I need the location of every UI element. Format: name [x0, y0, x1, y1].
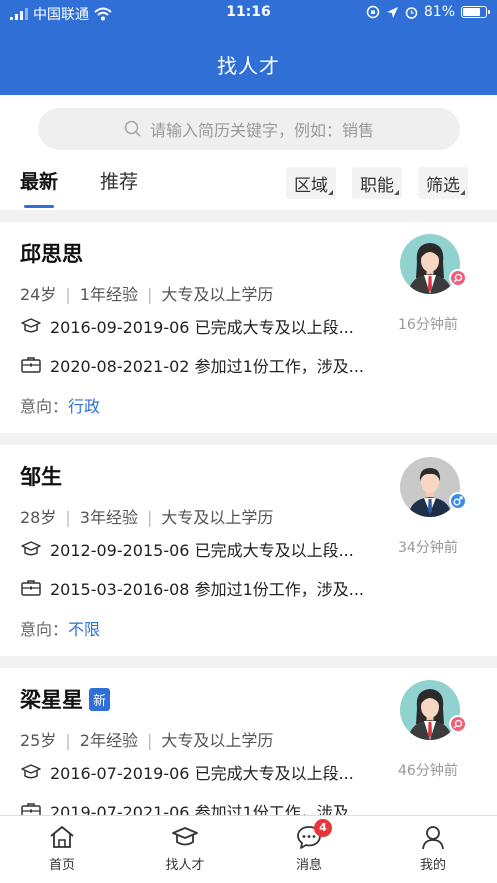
filter-region[interactable]: 区域	[286, 167, 336, 199]
time-ago: 16分钟前	[398, 317, 458, 333]
candidate-education: 大专及以上学历	[161, 508, 274, 527]
candidate-meta: 24岁 | 1年经验 | 大专及以上学历	[20, 285, 274, 304]
battery-icon	[461, 6, 490, 18]
graduation-cap-icon	[21, 541, 41, 556]
candidate-card[interactable]: 梁星星 新 25岁 | 2年经验 | 大专及以上学历 2016-07-2019-06 已…	[0, 668, 497, 822]
search-icon	[124, 120, 141, 137]
user-icon	[422, 826, 444, 850]
search-icon	[449, 715, 467, 733]
work-history: 2015-03-2016-08 参加过1份工作，涉及...	[50, 580, 365, 599]
intent-row: 意向：不限	[20, 616, 100, 640]
graduation-cap-icon	[21, 764, 41, 779]
male-icon	[449, 492, 467, 510]
briefcase-icon	[21, 580, 41, 596]
candidate-education: 大专及以上学历	[161, 285, 274, 304]
work-history-row: 2015-03-2016-08 参加过1份工作，涉及...	[20, 576, 364, 600]
candidate-meta: 25岁 | 2年经验 | 大专及以上学历	[20, 731, 274, 750]
candidate-card[interactable]: 邹生 28岁 | 3年经验 | 大专及以上学历 2012-09-2015-06 已完成大…	[0, 445, 497, 656]
candidate-education: 大专及以上学历	[161, 731, 274, 750]
bottom-tab-bar: 首页 找人才 消息 4 我的	[0, 815, 497, 883]
tabbar-home[interactable]: 首页	[12, 824, 112, 873]
tabbar-label: 消息	[295, 858, 322, 873]
intent-row: 意向：行政	[20, 393, 100, 417]
unread-badge: 4	[314, 819, 332, 837]
search-icon	[449, 269, 467, 287]
candidate-experience: 1年经验	[79, 285, 138, 304]
tabbar-label: 我的	[419, 858, 446, 873]
page-title: 找人才	[217, 54, 280, 78]
intent-value: 不限	[68, 620, 101, 639]
candidate-age: 28岁	[20, 508, 57, 527]
candidate-age: 24岁	[20, 285, 57, 304]
tab-bar: 最新 推荐 区域 职能 筛选	[0, 155, 497, 210]
filter-more[interactable]: 筛选	[418, 167, 468, 199]
education-history-row: 2016-07-2019-06 已完成大专及以上段...	[20, 760, 354, 784]
intent-label: 意向：	[20, 397, 69, 416]
education-history-row: 2012-09-2015-06 已完成大专及以上段...	[20, 537, 354, 561]
education-history-row: 2016-09-2019-06 已完成大专及以上段...	[20, 314, 354, 338]
candidate-name: 邹生	[20, 465, 62, 489]
tabbar-profile[interactable]: 我的	[383, 824, 483, 873]
search-placeholder: 请输入简历关键字，例如：销售	[149, 121, 374, 140]
toolbar-area: 请输入简历关键字，例如：销售 最新 推荐 区域 职能 筛选	[0, 95, 497, 210]
time-ago: 34分钟前	[398, 540, 458, 556]
graduation-cap-icon	[21, 318, 41, 333]
app-header: 中国联通 11:16 81% 找人才	[0, 0, 497, 95]
tab-latest[interactable]: 最新	[20, 167, 58, 194]
work-history: 2020-08-2021-02 参加过1份工作，涉及...	[50, 357, 365, 376]
avatar	[400, 680, 460, 740]
search-input[interactable]: 请输入简历关键字，例如：销售	[38, 108, 460, 150]
new-badge: 新	[89, 687, 111, 711]
tabbar-label: 首页	[48, 858, 75, 873]
rotation-lock-icon	[366, 5, 380, 19]
battery-percent: 81%	[423, 4, 455, 20]
avatar	[400, 457, 460, 517]
active-tab-indicator	[24, 205, 54, 208]
candidate-name: 邱思思	[20, 242, 83, 266]
education-history: 2012-09-2015-06 已完成大专及以上段...	[50, 541, 354, 560]
avatar	[400, 234, 460, 294]
candidate-card[interactable]: 邱思思 24岁 | 1年经验 | 大专及以上学历 2016-09-2019-06 已完成…	[0, 222, 497, 433]
candidate-experience: 3年经验	[79, 508, 138, 527]
education-history: 2016-09-2019-06 已完成大专及以上段...	[50, 318, 354, 337]
home-icon	[50, 826, 74, 848]
status-bar: 中国联通 11:16 81%	[0, 0, 497, 26]
work-history-row: 2020-08-2021-02 参加过1份工作，涉及...	[20, 353, 364, 377]
tabbar-label: 找人才	[165, 858, 205, 873]
tabbar-find-talent[interactable]: 找人才	[135, 824, 235, 873]
location-icon	[386, 6, 398, 18]
candidate-name: 梁星星	[20, 688, 83, 712]
candidate-age: 25岁	[20, 731, 57, 750]
alarm-icon	[405, 6, 418, 19]
briefcase-icon	[21, 357, 41, 373]
intent-label: 意向：	[20, 620, 69, 639]
candidate-meta: 28岁 | 3年经验 | 大专及以上学历	[20, 508, 274, 527]
graduation-cap-icon	[172, 827, 198, 846]
filter-function[interactable]: 职能	[352, 167, 402, 199]
time-ago: 46分钟前	[398, 763, 458, 779]
intent-value: 行政	[68, 397, 101, 416]
tabbar-messages[interactable]: 消息 4	[259, 819, 359, 873]
candidate-experience: 2年经验	[79, 731, 138, 750]
education-history: 2016-07-2019-06 已完成大专及以上段...	[50, 764, 354, 783]
tab-recommended[interactable]: 推荐	[100, 167, 138, 194]
